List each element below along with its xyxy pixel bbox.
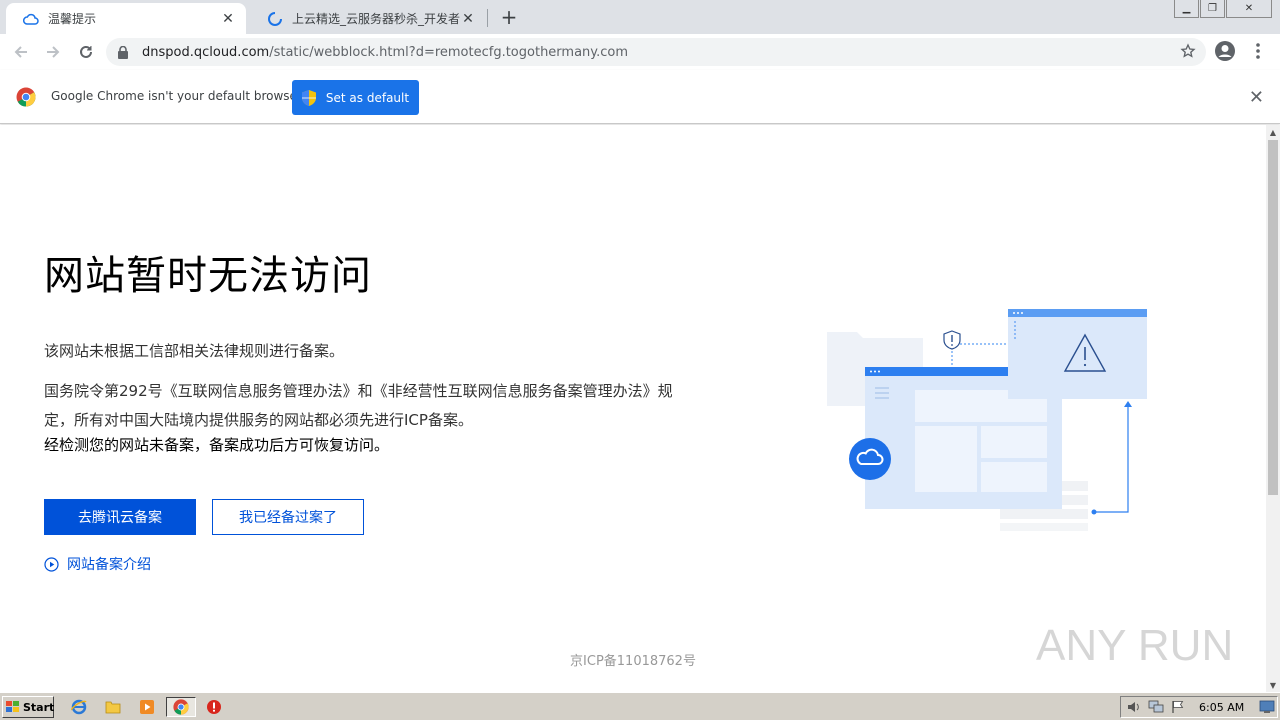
loading-spinner-icon bbox=[266, 10, 284, 28]
taskbar-clock[interactable]: 6:05 AM bbox=[1199, 701, 1244, 714]
reload-button[interactable] bbox=[74, 40, 98, 64]
shield-alert-graphic bbox=[943, 321, 1016, 367]
cloud-badge-icon bbox=[849, 438, 891, 480]
page-title: 网站暂时无法访问 bbox=[44, 253, 372, 299]
tab-inactive[interactable]: 上云精选_云服务器秒杀_开发者上云 ✕ bbox=[250, 3, 486, 34]
chrome-menu-icon[interactable] bbox=[1248, 40, 1268, 66]
uac-shield-icon bbox=[301, 89, 316, 106]
back-arrow-icon bbox=[14, 46, 27, 58]
minimize-button[interactable]: ▁ bbox=[1174, 0, 1199, 18]
new-tab-button[interactable]: + bbox=[498, 5, 520, 29]
reload-icon bbox=[80, 45, 92, 58]
forward-button[interactable] bbox=[41, 40, 65, 64]
anyrun-watermark-logo: ANY RUN bbox=[1036, 621, 1233, 670]
infobar-message: Google Chrome isn't your default browser bbox=[51, 89, 302, 103]
connector-arrow-graphic bbox=[1091, 401, 1132, 515]
media-player-icon[interactable] bbox=[136, 697, 158, 717]
restore-button[interactable]: ❐ bbox=[1200, 0, 1225, 18]
explorer-folder-icon[interactable] bbox=[102, 697, 124, 717]
cloud-favicon-icon bbox=[22, 10, 40, 28]
tab-title: 上云精选_云服务器秒杀_开发者上云 bbox=[292, 12, 460, 26]
url-path: /static/webblock.html?d=remotecfg.togoth… bbox=[269, 44, 629, 60]
network-icon[interactable] bbox=[1147, 699, 1165, 715]
notice-paragraph-3: 经检测您的网站未备案，备案成功后方可恢复访问。 bbox=[44, 436, 390, 454]
stop-alert-icon[interactable] bbox=[203, 697, 225, 717]
browser-toolbar: dnspod.qcloud.com/static/webblock.html?d… bbox=[0, 34, 1280, 70]
tab-close-icon[interactable]: ✕ bbox=[460, 11, 476, 27]
set-as-default-label: Set as default bbox=[325, 90, 410, 105]
profile-avatar-icon[interactable] bbox=[1214, 40, 1236, 66]
url-host: dnspod.qcloud.com bbox=[142, 44, 270, 60]
window-close-button[interactable]: ✕ bbox=[1226, 0, 1272, 18]
default-browser-infobar: Google Chrome isn't your default browser… bbox=[0, 70, 1280, 124]
chrome-logo-icon bbox=[16, 87, 36, 111]
infobar-close-icon[interactable]: ✕ bbox=[1249, 87, 1264, 108]
tab-title: 温馨提示 bbox=[48, 12, 97, 26]
notice-paragraph-2: 国务院令第292号《互联网信息服务管理办法》和《非经营性互联网信息服务备案管理办… bbox=[44, 382, 673, 429]
go-filing-button[interactable]: 去腾讯云备案 bbox=[44, 499, 196, 535]
play-circle-icon bbox=[44, 556, 59, 572]
filing-intro-link[interactable]: 网站备案介绍 bbox=[44, 554, 151, 574]
scroll-down-arrow-icon[interactable]: ▼ bbox=[1266, 678, 1280, 692]
scroll-thumb[interactable] bbox=[1268, 140, 1278, 495]
tab-active[interactable]: 温馨提示 ✕ bbox=[6, 3, 246, 34]
tab-strip: 温馨提示 ✕ 上云精选_云服务器秒杀_开发者上云 ✕ + ▁ ❐ ✕ bbox=[0, 0, 1280, 34]
windows-taskbar: Start 6:05 AM bbox=[0, 692, 1280, 720]
windows-flag-icon bbox=[6, 701, 20, 713]
warning-window-graphic bbox=[1008, 309, 1147, 399]
vertical-scrollbar[interactable]: ▲ ▼ bbox=[1266, 125, 1280, 692]
scroll-up-arrow-icon[interactable]: ▲ bbox=[1266, 125, 1280, 139]
bookmark-star-icon[interactable] bbox=[1180, 43, 1196, 63]
ie-icon[interactable] bbox=[68, 697, 90, 717]
address-bar[interactable]: dnspod.qcloud.com/static/webblock.html?d… bbox=[106, 38, 1206, 66]
blocked-site-illustration bbox=[827, 309, 1147, 531]
watermark-text: ANY RUN bbox=[1036, 621, 1233, 670]
system-tray: 6:05 AM bbox=[1120, 696, 1278, 718]
back-button[interactable] bbox=[9, 40, 33, 64]
start-button[interactable]: Start bbox=[2, 696, 54, 718]
tab-close-icon[interactable]: ✕ bbox=[220, 11, 236, 27]
volume-icon[interactable] bbox=[1125, 699, 1143, 715]
tab-separator bbox=[487, 9, 488, 27]
start-label: Start bbox=[23, 700, 55, 714]
show-desktop-icon[interactable] bbox=[1258, 699, 1276, 715]
notice-paragraph-1: 该网站未根据工信部相关法律规则进行备案。 bbox=[44, 342, 345, 360]
window-controls: ▁ ❐ ✕ bbox=[1173, 0, 1272, 18]
already-filed-button[interactable]: 我已经备过案了 bbox=[212, 499, 364, 535]
lock-icon bbox=[118, 45, 134, 59]
filing-intro-label: 网站备案介绍 bbox=[67, 557, 151, 573]
forward-arrow-icon bbox=[47, 46, 60, 58]
set-as-default-button[interactable]: Set as default bbox=[292, 80, 419, 115]
action-center-flag-icon[interactable] bbox=[1169, 699, 1187, 715]
chrome-taskbar-icon[interactable] bbox=[166, 697, 196, 717]
page-content: 网站暂时无法访问 该网站未根据工信部相关法律规则进行备案。 国务院令第292号《… bbox=[0, 125, 1266, 692]
